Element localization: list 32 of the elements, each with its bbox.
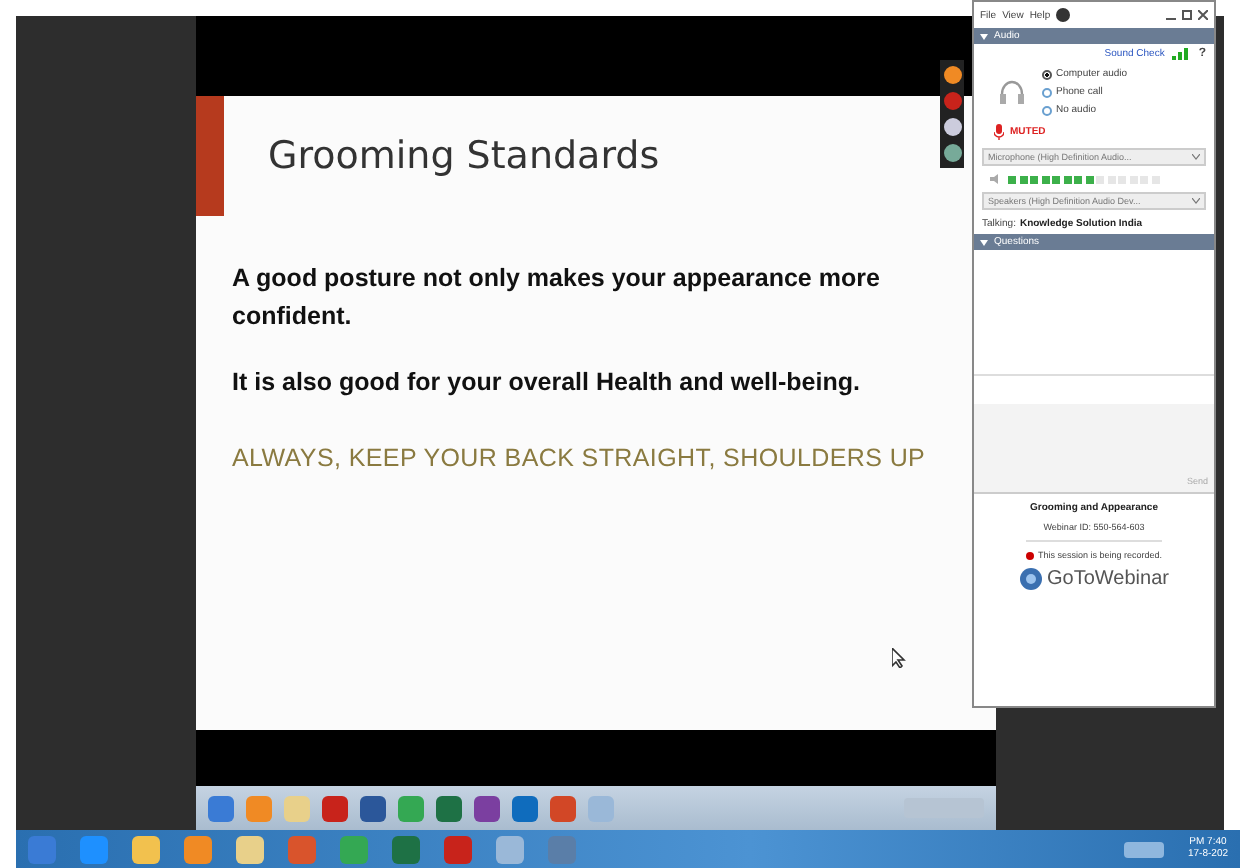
restore-icon[interactable] <box>1182 10 1192 20</box>
app-icon[interactable] <box>474 795 500 821</box>
app-icon[interactable] <box>208 795 234 821</box>
cursor-icon <box>892 648 906 668</box>
logo-icon <box>1019 568 1042 590</box>
slide-title: Grooming Standards <box>268 134 660 178</box>
app-icon[interactable] <box>360 795 386 821</box>
tray-icon[interactable] <box>1123 841 1164 857</box>
collapse-icon[interactable] <box>980 239 988 245</box>
logo-icon <box>1056 8 1071 22</box>
app-icon[interactable] <box>184 835 212 863</box>
record-icon <box>1025 551 1034 559</box>
app-icon[interactable] <box>436 795 462 821</box>
app-icon[interactable] <box>132 835 160 863</box>
app-icon[interactable] <box>512 795 538 821</box>
caret-icon[interactable] <box>1192 154 1200 160</box>
slide-motto: ALWAYS, KEEP YOUR BACK STRAIGHT, SHOULDERS UP <box>232 444 928 473</box>
close-icon[interactable] <box>1198 10 1208 20</box>
app-icon[interactable] <box>550 795 576 821</box>
microphone-icon[interactable] <box>994 124 1004 140</box>
logo-text: GoToWebinar <box>1047 568 1169 590</box>
caret-icon[interactable] <box>1192 198 1200 204</box>
app-icon[interactable] <box>496 835 524 863</box>
signal-icon <box>1172 48 1191 60</box>
accent-bar <box>196 96 224 216</box>
slide-paragraph: A good posture not only makes your appearance more confident. <box>232 262 882 334</box>
app-icon[interactable] <box>236 835 264 863</box>
app-icon[interactable] <box>398 795 424 821</box>
slide-paragraph: It is also good for your overall Health and well-being. <box>232 365 862 400</box>
speaker-icon <box>990 174 1002 184</box>
app-icon[interactable] <box>322 795 348 821</box>
collapse-icon[interactable] <box>980 33 988 39</box>
